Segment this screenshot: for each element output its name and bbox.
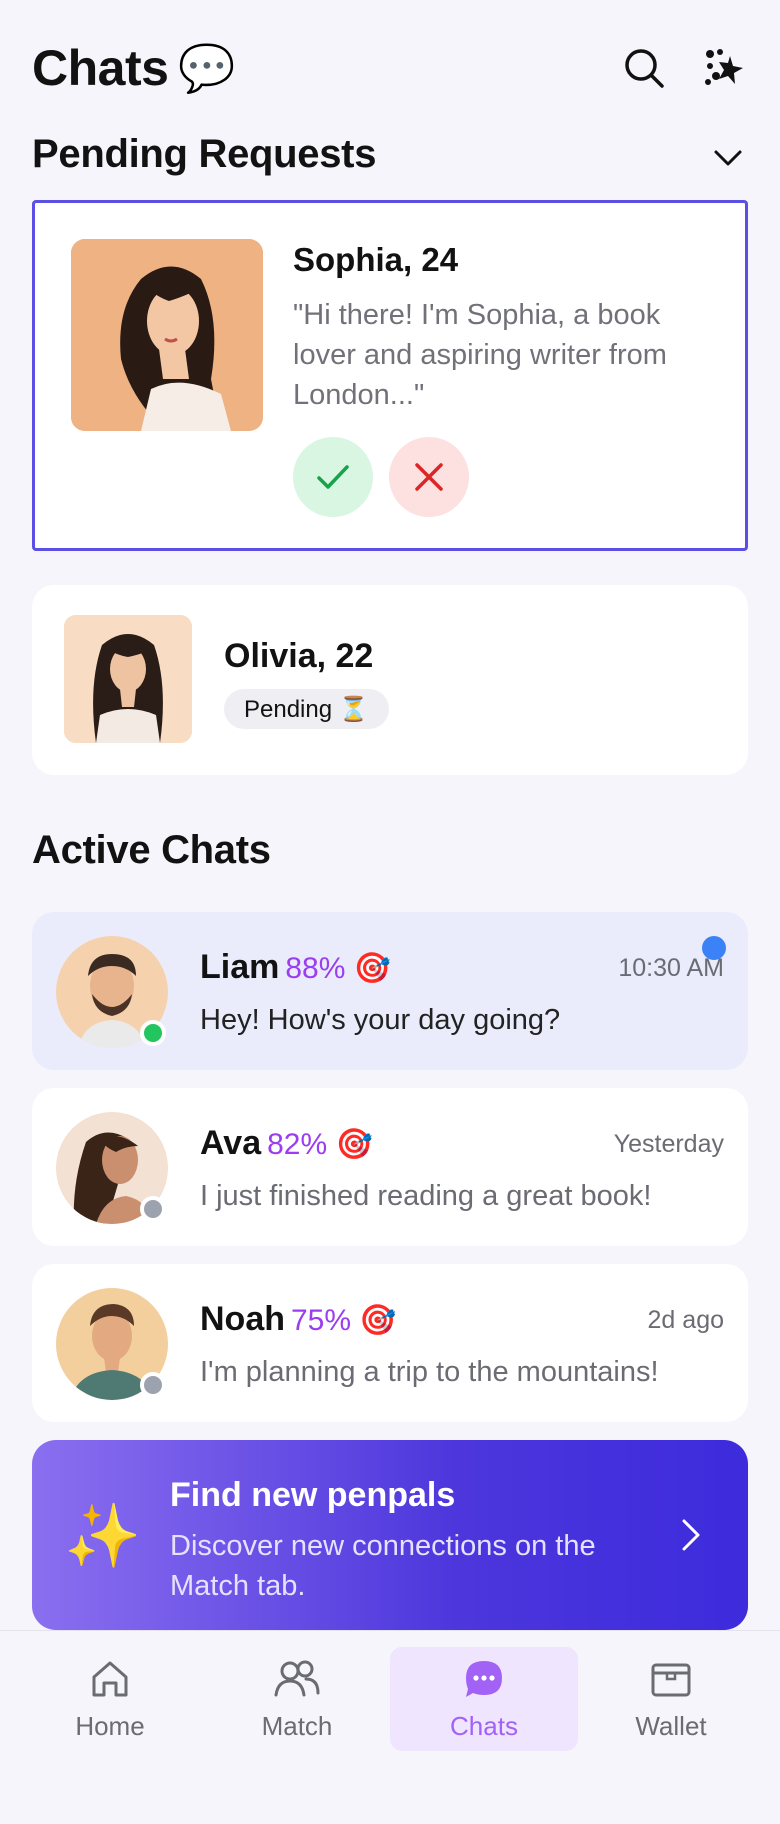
chat-name: Ava [200, 1124, 262, 1162]
users-icon [274, 1660, 320, 1696]
find-penpals-banner[interactable]: ✨ Find new penpals Discover new connecti… [32, 1440, 748, 1630]
speech-bubble-emoji-icon: 💬 [178, 41, 236, 94]
chat-last-message: Hey! How's your day going? [200, 1004, 561, 1036]
search-icon [625, 49, 664, 88]
request-photo [71, 239, 263, 431]
pending-item-photo [64, 615, 192, 743]
unread-dot [702, 936, 726, 960]
request-message: "Hi there! I'm Sophia, a book lover and … [293, 299, 667, 411]
chat-last-message: I just finished reading a great book! [200, 1180, 652, 1212]
chat-time: Yesterday [613, 1130, 724, 1158]
chat-name: Noah [200, 1300, 285, 1338]
match-score: 75% 🎯 [291, 1304, 397, 1337]
filter-button[interactable] [700, 44, 748, 92]
tab-label: Chats [450, 1710, 518, 1741]
active-chats-title: Active Chats [32, 828, 271, 872]
page-title: Chats [32, 40, 169, 96]
tab-home[interactable]: Home [16, 1647, 204, 1751]
tab-label: Wallet [635, 1710, 707, 1741]
close-icon [415, 463, 443, 491]
chat-name: Liam [200, 948, 280, 986]
tab-chats[interactable]: Chats [390, 1647, 578, 1751]
tab-wallet[interactable]: Wallet [577, 1647, 765, 1751]
tab-label: Home [75, 1710, 145, 1741]
chat-last-message: I'm planning a trip to the mountains! [200, 1356, 659, 1388]
tab-label: Match [261, 1710, 333, 1741]
accept-button[interactable] [293, 437, 373, 517]
check-icon [317, 465, 349, 489]
app-header: Chats 💬 [32, 36, 748, 100]
tab-match[interactable]: Match [203, 1647, 391, 1751]
promo-subtitle: Discover new connections on the Match ta… [170, 1530, 596, 1602]
online-status-dot [140, 1020, 166, 1046]
home-icon [92, 1661, 128, 1696]
pending-item-card[interactable]: Olivia, 22 Pending ⏳ [32, 585, 748, 775]
decline-button[interactable] [389, 437, 469, 517]
wallet-icon [651, 1663, 691, 1696]
pending-requests-title: Pending Requests [32, 132, 377, 176]
bottom-tab-bar: Home Match Chats Wallet [0, 1630, 780, 1824]
promo-title: Find new penpals [170, 1476, 456, 1514]
pending-request-card[interactable]: Sophia, 24 "Hi there! I'm Sophia, a book… [32, 200, 748, 551]
sparkles-icon: ✨ [64, 1502, 142, 1571]
chat-item-ava[interactable]: Ava 82% 🎯 Yesterday I just finished readi… [32, 1088, 748, 1246]
search-button[interactable] [620, 44, 668, 92]
request-name: Sophia, 24 [293, 241, 459, 278]
match-score: 82% 🎯 [267, 1128, 373, 1161]
sparkle-filter-icon [705, 49, 743, 85]
status-badge: Pending ⏳ [224, 689, 389, 729]
chat-item-noah[interactable]: Noah 75% 🎯 2d ago I'm planning a trip to … [32, 1264, 748, 1422]
chat-item-liam[interactable]: Liam 88% 🎯 10:30 AM Hey! How's your day g… [32, 912, 748, 1070]
chat-bubble-icon [466, 1660, 502, 1697]
match-score: 88% 🎯 [285, 952, 392, 985]
offline-status-dot [140, 1196, 166, 1222]
pending-item-name: Olivia, 22 [224, 637, 374, 675]
chat-time: 2d ago [647, 1306, 724, 1334]
chevron-right-icon [682, 1519, 700, 1551]
offline-status-dot [140, 1372, 166, 1398]
chevron-down-icon[interactable] [708, 138, 748, 178]
